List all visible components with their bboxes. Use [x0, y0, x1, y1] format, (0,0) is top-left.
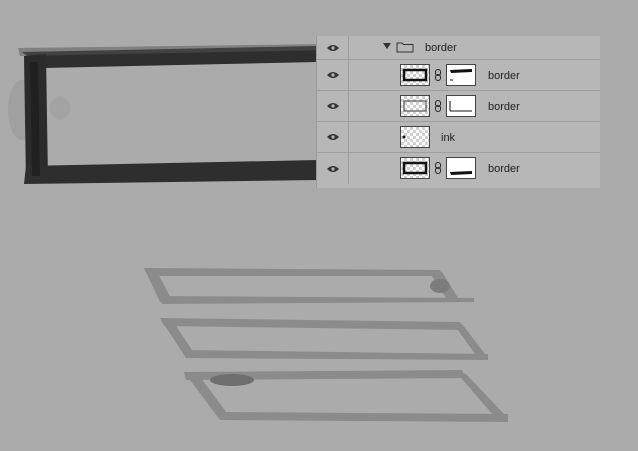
layer-thumbnail[interactable] [400, 126, 430, 148]
layer-thumbnail[interactable] [400, 95, 430, 117]
eye-icon [327, 165, 339, 172]
layer-mask-thumbnail[interactable] [446, 95, 476, 117]
visibility-toggle[interactable] [317, 36, 349, 59]
chain-link-icon[interactable] [434, 69, 442, 81]
chain-link-icon[interactable] [434, 100, 442, 112]
triangle-down-icon[interactable] [383, 43, 391, 49]
layer-name[interactable]: border [488, 101, 520, 113]
layer-name[interactable]: ink [441, 132, 455, 144]
folder-icon [396, 42, 414, 53]
eye-icon [327, 72, 339, 78]
layer-mask-thumbnail[interactable] [446, 64, 476, 86]
visibility-toggle[interactable] [317, 122, 349, 152]
layer-group-row[interactable]: border [317, 36, 600, 60]
visibility-toggle[interactable] [317, 153, 349, 184]
chain-link-icon[interactable] [434, 162, 442, 174]
eye-icon [327, 103, 339, 109]
layer-row[interactable]: ink [317, 122, 600, 153]
layer-row[interactable]: border [317, 91, 600, 122]
visibility-toggle[interactable] [317, 60, 349, 90]
eye-icon [327, 134, 339, 140]
layer-name[interactable]: border [488, 163, 520, 175]
ink-smudge [50, 96, 70, 120]
layer-name[interactable]: border [488, 70, 520, 82]
layer-row[interactable]: border [317, 153, 600, 184]
visibility-toggle[interactable] [317, 91, 349, 121]
layer-row[interactable]: border [317, 60, 600, 91]
layers-panel: border border border ink border [316, 36, 600, 188]
layer-thumbnail[interactable] [400, 64, 430, 86]
group-name[interactable]: border [425, 42, 457, 54]
brush-frame-top [144, 268, 474, 304]
layer-mask-thumbnail[interactable] [446, 157, 476, 179]
layer-thumbnail[interactable] [400, 157, 430, 179]
brush-frame-middle [160, 318, 488, 360]
eye-icon [327, 44, 339, 51]
brush-frame-bottom [184, 370, 508, 422]
